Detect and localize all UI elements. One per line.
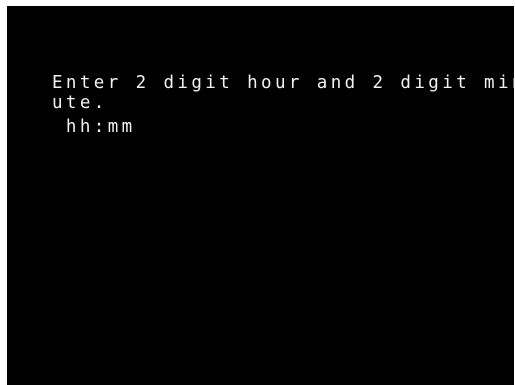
prompt-text-line-1: Enter 2 digit hour and 2 digit min xyxy=(52,73,515,93)
prompt-text-line-2: ute. xyxy=(52,93,108,113)
time-input-field[interactable]: hh:mm xyxy=(52,117,136,137)
terminal-screen: Enter 2 digit hour and 2 digit min ute. … xyxy=(7,6,515,385)
